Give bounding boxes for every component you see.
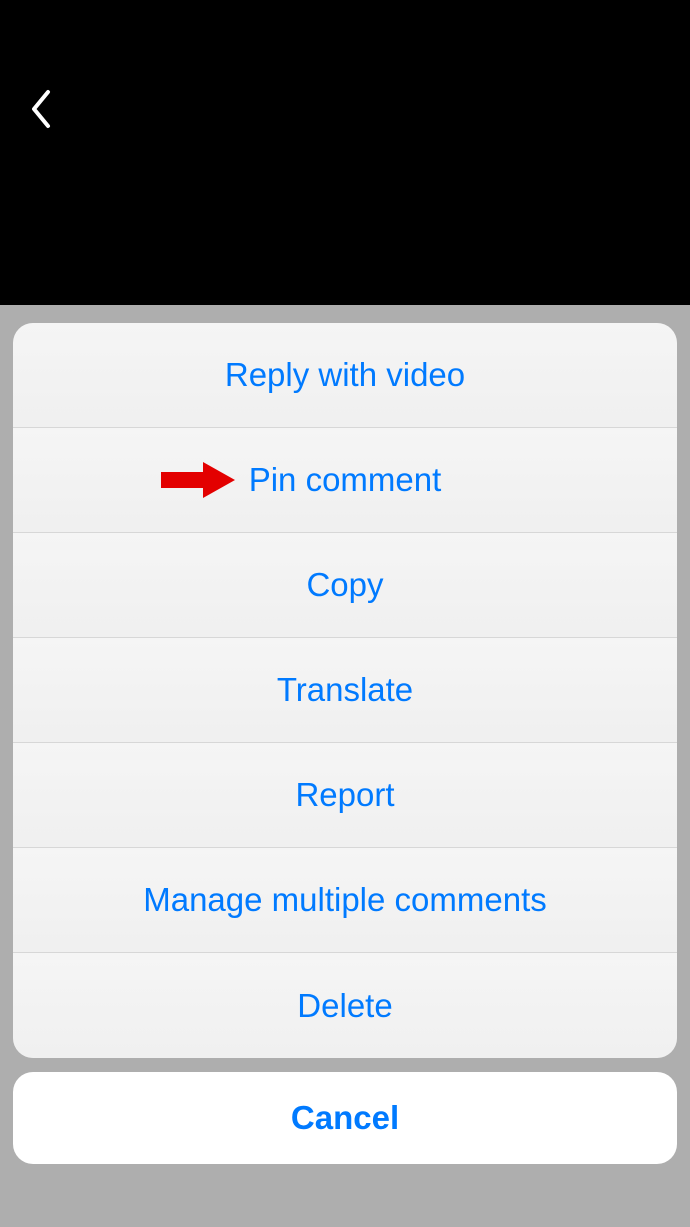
annotation-arrow-icon <box>161 460 235 500</box>
reply-with-video-button[interactable]: Reply with video <box>13 323 677 428</box>
action-label: Reply with video <box>225 356 465 394</box>
cancel-button[interactable]: Cancel <box>13 1072 677 1164</box>
action-label: Copy <box>306 566 383 604</box>
translate-button[interactable]: Translate <box>13 638 677 743</box>
action-label: Translate <box>277 671 413 709</box>
action-sheet-overlay: Reply with video Pin comment Copy Transl… <box>0 305 690 1227</box>
top-background <box>0 0 690 305</box>
cancel-label: Cancel <box>291 1099 399 1137</box>
report-button[interactable]: Report <box>13 743 677 848</box>
action-label: Manage multiple comments <box>143 881 547 919</box>
action-label: Report <box>295 776 394 814</box>
action-sheet-group: Reply with video Pin comment Copy Transl… <box>13 323 677 1058</box>
manage-multiple-comments-button[interactable]: Manage multiple comments <box>13 848 677 953</box>
back-button[interactable] <box>28 88 54 135</box>
action-label: Delete <box>297 987 392 1025</box>
action-label: Pin comment <box>249 461 442 499</box>
copy-button[interactable]: Copy <box>13 533 677 638</box>
delete-button[interactable]: Delete <box>13 953 677 1058</box>
pin-comment-button[interactable]: Pin comment <box>13 428 677 533</box>
chevron-left-icon <box>28 88 54 130</box>
